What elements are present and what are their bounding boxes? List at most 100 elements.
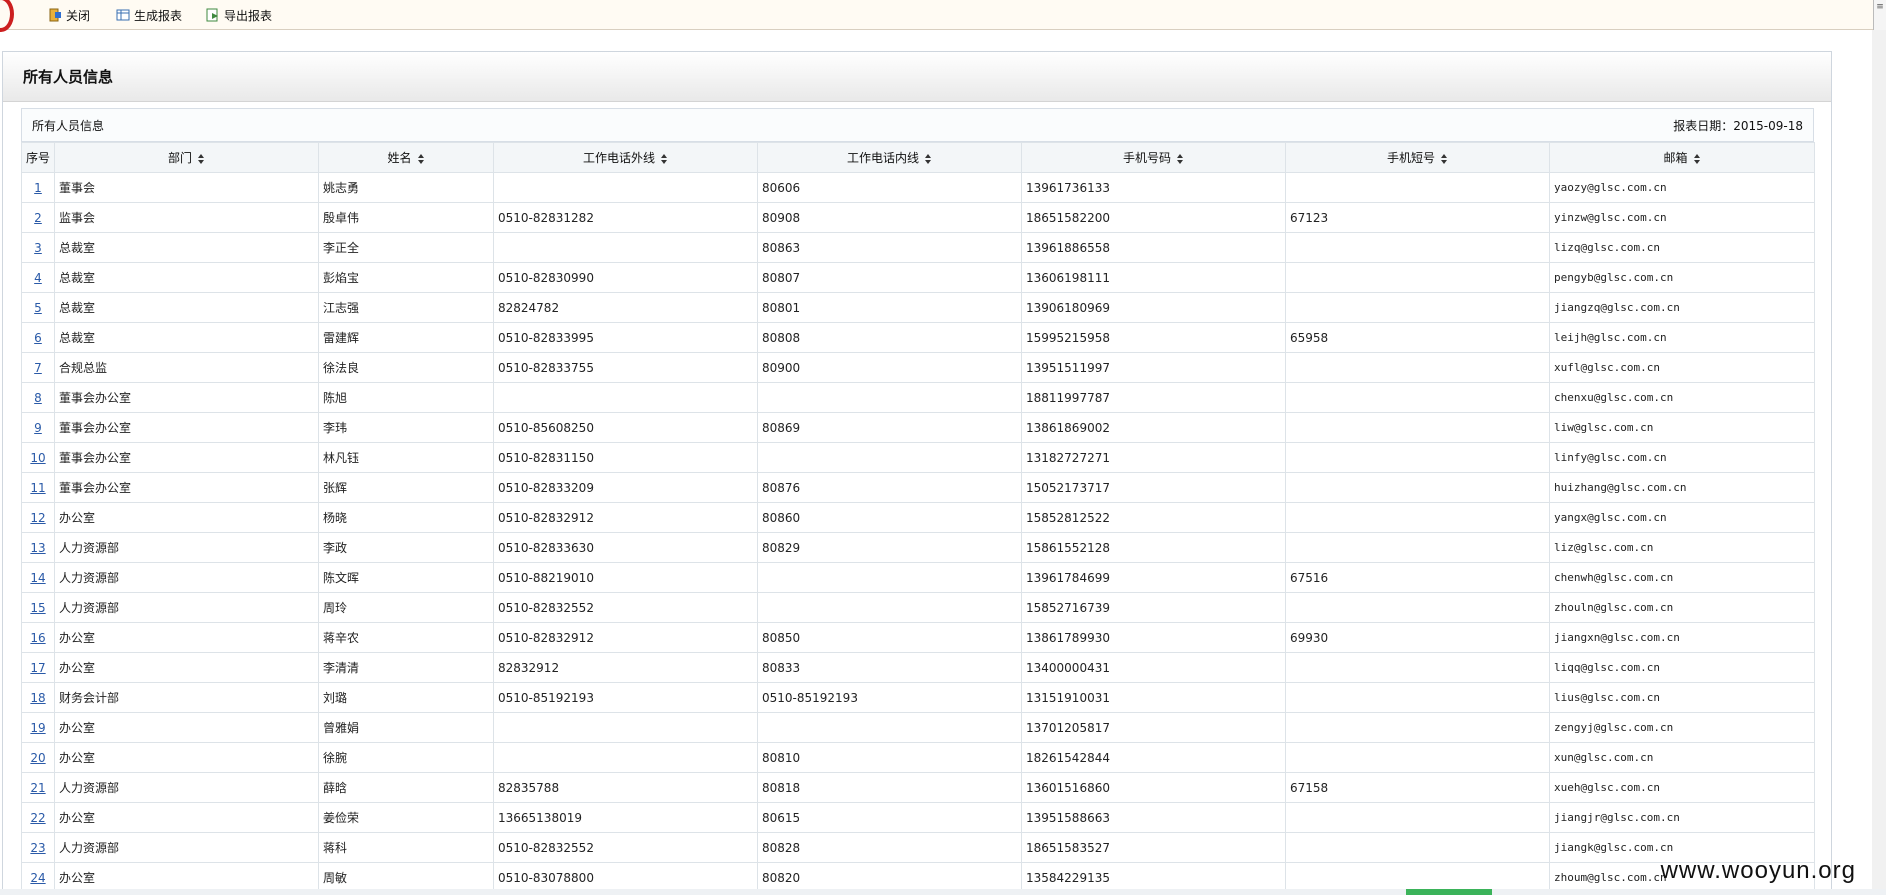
sort-icon[interactable] xyxy=(1441,153,1448,164)
cell-department: 总裁室 xyxy=(54,232,319,263)
row-index-link[interactable]: 7 xyxy=(34,361,42,375)
row-index-link[interactable]: 21 xyxy=(30,781,45,795)
cell-department: 人力资源部 xyxy=(54,592,319,623)
toolbar: 关闭 生成报表 导出报表 ≡ xyxy=(0,0,1886,32)
row-index-link[interactable]: 4 xyxy=(34,271,42,285)
cell-work-phone-external: 0510-82833995 xyxy=(493,322,758,353)
cell-name: 李正全 xyxy=(318,232,494,263)
cell-email: liqq@glsc.com.cn xyxy=(1549,652,1815,683)
cell-department: 人力资源部 xyxy=(54,532,319,563)
column-header-mobile[interactable]: 手机号码 xyxy=(1021,142,1286,173)
row-index-link[interactable]: 24 xyxy=(30,871,45,885)
table-row: 8 董事会办公室 陈旭 18811997787 chenxu@glsc.com.cn xyxy=(21,382,1815,413)
cell-mobile: 15861552128 xyxy=(1021,532,1286,563)
cell-index: 20 xyxy=(21,742,55,773)
row-index-link[interactable]: 15 xyxy=(30,601,45,615)
cell-email: zengyj@glsc.com.cn xyxy=(1549,712,1815,743)
row-index-link[interactable]: 2 xyxy=(34,211,42,225)
row-index-link[interactable]: 8 xyxy=(34,391,42,405)
cell-name: 李政 xyxy=(318,532,494,563)
cell-name: 周敏 xyxy=(318,862,494,893)
sort-icon[interactable] xyxy=(925,153,932,164)
column-header-email[interactable]: 邮箱 xyxy=(1549,142,1815,173)
cell-index: 8 xyxy=(21,382,55,413)
column-header-name[interactable]: 姓名 xyxy=(318,142,494,173)
row-index-link[interactable]: 22 xyxy=(30,811,45,825)
cell-work-phone-internal: 80908 xyxy=(757,202,1022,233)
row-index-link[interactable]: 20 xyxy=(30,751,45,765)
cell-department: 办公室 xyxy=(54,712,319,743)
row-index-link[interactable]: 6 xyxy=(34,331,42,345)
row-index-link[interactable]: 17 xyxy=(30,661,45,675)
cell-mobile: 18261542844 xyxy=(1021,742,1286,773)
cell-work-phone-external: 0510-82832912 xyxy=(493,502,758,533)
column-header-mobile-short[interactable]: 手机短号 xyxy=(1285,142,1550,173)
cell-index: 12 xyxy=(21,502,55,533)
table-row: 23 人力资源部 蒋科 0510-82832552 80828 18651583527 ji… xyxy=(21,832,1815,863)
cell-name: 陈文晖 xyxy=(318,562,494,593)
cell-work-phone-internal: 80833 xyxy=(757,652,1022,683)
sort-icon[interactable] xyxy=(417,153,425,164)
cell-work-phone-internal: 80863 xyxy=(757,232,1022,263)
export-report-button[interactable]: 导出报表 xyxy=(206,5,272,25)
close-button[interactable]: 关闭 xyxy=(48,5,90,25)
close-door-icon xyxy=(49,8,61,22)
cell-work-phone-internal: 80818 xyxy=(757,772,1022,803)
cell-index: 13 xyxy=(21,532,55,563)
cell-name: 雷建辉 xyxy=(318,322,494,353)
sort-icon[interactable] xyxy=(1177,153,1184,164)
cell-department: 人力资源部 xyxy=(54,832,319,863)
close-label: 关闭 xyxy=(66,8,91,23)
cell-mobile: 13601516860 xyxy=(1021,772,1286,803)
cell-department: 董事会 xyxy=(54,172,319,203)
cell-name: 殷卓伟 xyxy=(318,202,494,233)
cell-work-phone-internal: 80860 xyxy=(757,502,1022,533)
cell-mobile-short xyxy=(1285,442,1550,473)
window-edge-button[interactable]: ≡ xyxy=(1873,0,1886,30)
cell-department: 董事会办公室 xyxy=(54,382,319,413)
generate-report-button[interactable]: 生成报表 xyxy=(116,5,182,25)
vertical-scrollbar[interactable] xyxy=(1872,30,1886,895)
cell-name: 徐腕 xyxy=(318,742,494,773)
cell-mobile: 13701205817 xyxy=(1021,712,1286,743)
cell-email: yangx@glsc.com.cn xyxy=(1549,502,1815,533)
row-index-link[interactable]: 14 xyxy=(30,571,45,585)
row-index-link[interactable]: 16 xyxy=(30,631,45,645)
status-green-button[interactable] xyxy=(1406,889,1492,895)
sort-icon[interactable] xyxy=(1693,153,1701,164)
cell-email: lius@glsc.com.cn xyxy=(1549,682,1815,713)
cell-email: huizhang@glsc.com.cn xyxy=(1549,472,1815,503)
row-index-link[interactable]: 1 xyxy=(34,181,42,195)
cell-name: 杨晓 xyxy=(318,502,494,533)
cell-name: 刘璐 xyxy=(318,682,494,713)
row-index-link[interactable]: 18 xyxy=(30,691,45,705)
cell-department: 合规总监 xyxy=(54,352,319,383)
row-index-link[interactable]: 11 xyxy=(30,481,45,495)
row-index-link[interactable]: 12 xyxy=(30,511,45,525)
row-index-link[interactable]: 23 xyxy=(30,841,45,855)
cell-work-phone-external: 82835788 xyxy=(493,772,758,803)
cell-mobile-short xyxy=(1285,232,1550,263)
column-header-work-phone-external[interactable]: 工作电话外线 xyxy=(493,142,758,173)
cell-email: linfy@glsc.com.cn xyxy=(1549,442,1815,473)
cell-department: 办公室 xyxy=(54,652,319,683)
sort-icon[interactable] xyxy=(198,153,205,164)
table-row: 15 人力资源部 周玲 0510-82832552 15852716739 zhouln@… xyxy=(21,592,1815,623)
cell-index: 10 xyxy=(21,442,55,473)
row-index-link[interactable]: 19 xyxy=(30,721,45,735)
row-index-link[interactable]: 9 xyxy=(34,421,42,435)
table-row: 2 监事会 殷卓伟 0510-82831282 80908 18651582200 6712… xyxy=(21,202,1815,233)
sort-icon[interactable] xyxy=(661,153,668,164)
row-index-link[interactable]: 10 xyxy=(30,451,45,465)
table-row: 3 总裁室 李正全 80863 13961886558 lizq@glsc.com.cn xyxy=(21,232,1815,263)
column-header-department[interactable]: 部门 xyxy=(54,142,319,173)
header-label: 序号 xyxy=(26,151,51,165)
row-index-link[interactable]: 5 xyxy=(34,301,42,315)
column-header-work-phone-internal[interactable]: 工作电话内线 xyxy=(757,142,1022,173)
cell-email: chenxu@glsc.com.cn xyxy=(1549,382,1815,413)
row-index-link[interactable]: 3 xyxy=(34,241,42,255)
cell-email: chenwh@glsc.com.cn xyxy=(1549,562,1815,593)
cell-mobile: 18651582200 xyxy=(1021,202,1286,233)
cell-name: 蒋辛农 xyxy=(318,622,494,653)
row-index-link[interactable]: 13 xyxy=(30,541,45,555)
